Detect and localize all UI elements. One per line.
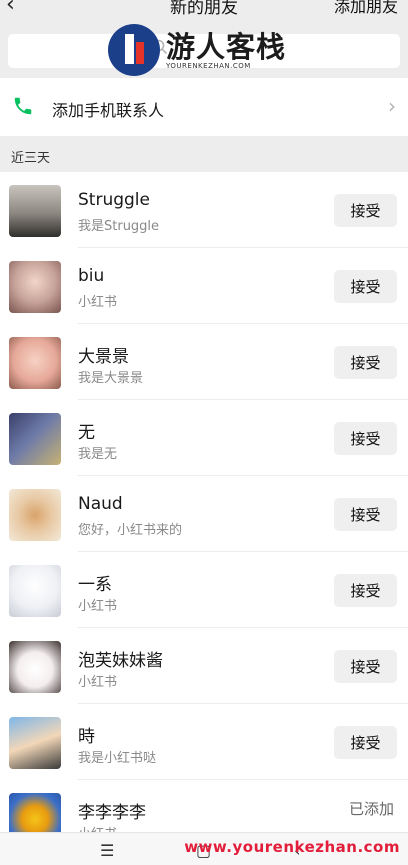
contact-name: 時 bbox=[78, 727, 95, 747]
watermark-name: 游人客栈 bbox=[166, 30, 287, 64]
contact-name: 李李李李 bbox=[78, 803, 146, 823]
list-item[interactable]: 无 我是无 接受 bbox=[0, 400, 408, 476]
top-bar: ‹ 新的朋友 添加朋友 bbox=[0, 0, 408, 24]
list-item[interactable]: 一系 小红书 接受 bbox=[0, 552, 408, 628]
accept-button[interactable]: 接受 bbox=[334, 650, 397, 683]
section-label: 近三天 bbox=[11, 151, 51, 166]
chevron-right-icon: › bbox=[388, 94, 396, 118]
accept-button[interactable]: 接受 bbox=[334, 574, 397, 607]
avatar bbox=[9, 489, 61, 541]
request-message: 小红书 bbox=[78, 295, 118, 310]
menu-icon[interactable]: ☰ bbox=[100, 841, 114, 860]
avatar bbox=[9, 261, 61, 313]
phone-icon bbox=[12, 95, 34, 117]
accept-button[interactable]: 接受 bbox=[334, 194, 397, 227]
avatar bbox=[9, 641, 61, 693]
avatar bbox=[9, 565, 61, 617]
contact-name: 大景景 bbox=[78, 347, 129, 367]
list-item[interactable]: 泡芙妹妹酱 小红书 接受 bbox=[0, 628, 408, 704]
contact-name: biu bbox=[78, 266, 105, 286]
accept-button[interactable]: 接受 bbox=[334, 270, 397, 303]
list-item[interactable]: 大景景 我是大景景 接受 bbox=[0, 324, 408, 400]
request-message: 我是小红书哒 bbox=[78, 751, 157, 766]
watermark-logo-icon bbox=[108, 24, 160, 76]
request-message: 我是无 bbox=[78, 447, 118, 462]
accept-button[interactable]: 接受 bbox=[334, 498, 397, 531]
request-message: 我是Struggle bbox=[78, 219, 160, 234]
request-message: 您好，小红书来的 bbox=[78, 523, 183, 538]
list-item[interactable]: Naud 您好，小红书来的 接受 bbox=[0, 476, 408, 552]
avatar bbox=[9, 413, 61, 465]
contact-name: 无 bbox=[78, 423, 95, 443]
add-phone-contacts-row[interactable]: 添加手机联系人 › bbox=[0, 78, 408, 136]
accept-button[interactable]: 接受 bbox=[334, 346, 397, 379]
friend-request-list: Struggle 我是Struggle 接受 biu 小红书 接受 大景景 我是… bbox=[0, 172, 408, 845]
accept-button[interactable]: 接受 bbox=[334, 422, 397, 455]
avatar bbox=[9, 337, 61, 389]
contact-name: Naud bbox=[78, 494, 123, 514]
added-status: 已添加 bbox=[348, 800, 394, 818]
section-header: 近三天 bbox=[0, 136, 408, 172]
avatar bbox=[9, 185, 61, 237]
contact-name: Struggle bbox=[78, 190, 150, 210]
list-item[interactable]: biu 小红书 接受 bbox=[0, 248, 408, 324]
watermark: 游人客栈 YOURENKEZHAN.COM bbox=[108, 24, 308, 76]
list-item[interactable]: 時 我是小红书哒 接受 bbox=[0, 704, 408, 780]
request-message: 小红书 bbox=[78, 675, 118, 690]
avatar bbox=[9, 717, 61, 769]
contact-name: 一系 bbox=[78, 575, 112, 595]
request-message: 小红书 bbox=[78, 599, 118, 614]
add-friend-button[interactable]: 添加朋友 bbox=[334, 0, 398, 17]
accept-button[interactable]: 接受 bbox=[334, 726, 397, 759]
add-phone-contacts-label: 添加手机联系人 bbox=[52, 101, 165, 120]
contact-name: 泡芙妹妹酱 bbox=[78, 651, 163, 671]
watermark-sub: YOURENKEZHAN.COM bbox=[166, 62, 251, 70]
request-message: 我是大景景 bbox=[78, 371, 144, 386]
list-item[interactable]: Struggle 我是Struggle 接受 bbox=[0, 172, 408, 248]
watermark-url: www.yourenkezhan.com bbox=[184, 838, 400, 856]
